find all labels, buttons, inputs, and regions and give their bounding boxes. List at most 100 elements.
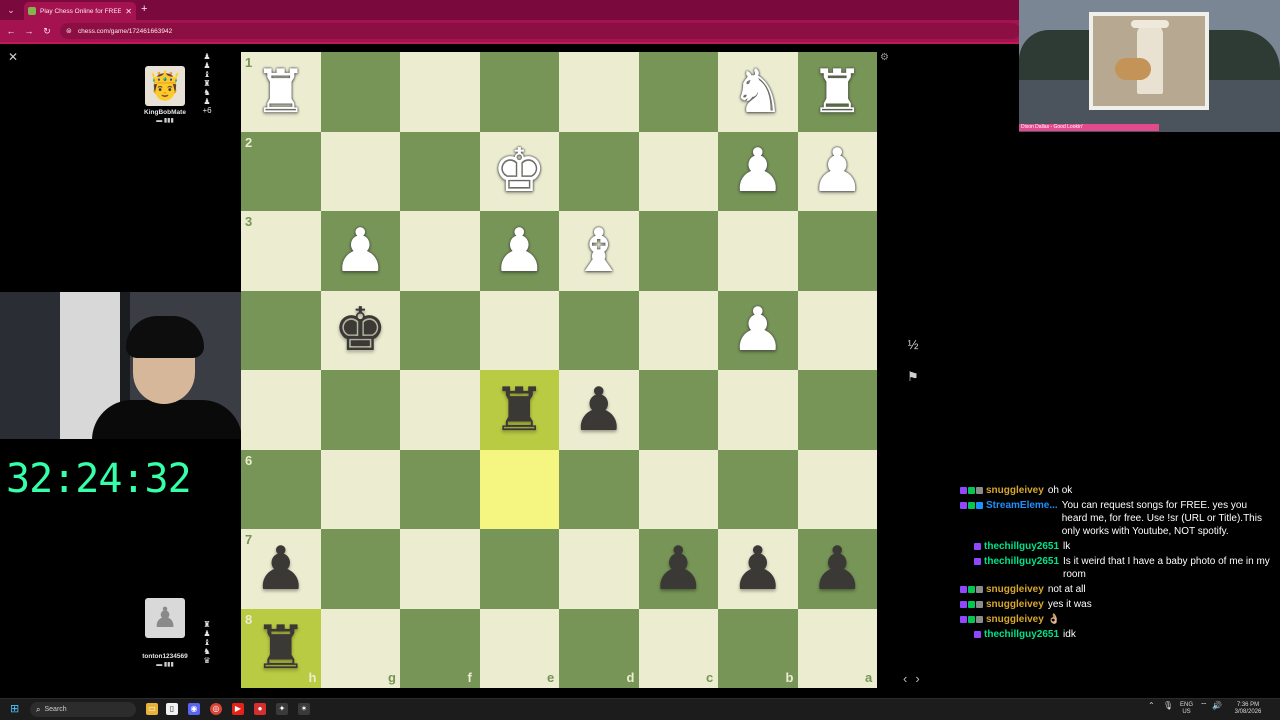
chat-username[interactable]: snuggleivey [986, 614, 1044, 625]
record-icon[interactable]: ● [254, 703, 266, 715]
reload-icon[interactable]: ↻ [40, 24, 54, 38]
white-piece[interactable]: ♟ [718, 291, 798, 371]
chat-username[interactable]: snuggleivey [986, 485, 1044, 496]
board-square[interactable] [718, 211, 798, 291]
discord-icon[interactable]: ◉ [188, 703, 200, 715]
address-bar[interactable]: ⊜ chess.com/game/172461663942 [60, 23, 1020, 39]
board-square[interactable] [559, 529, 639, 609]
app-icon[interactable]: ✦ [276, 703, 288, 715]
board-square[interactable] [400, 131, 480, 211]
white-piece[interactable]: ♟ [480, 211, 560, 291]
board-square[interactable] [320, 529, 400, 609]
bottom-player-avatar[interactable]: ♟ [145, 598, 185, 638]
previous-move-icon[interactable]: ‹ [903, 671, 915, 686]
board-square[interactable] [479, 449, 559, 529]
white-piece[interactable]: ♟ [718, 132, 798, 212]
board-settings-icon[interactable]: ⚙ [880, 52, 889, 63]
black-piece[interactable]: ♜ [480, 370, 560, 450]
black-piece[interactable]: ♜ [241, 609, 321, 689]
browser-tab[interactable]: Play Chess Online for FREE - 2 ( ✕ [24, 2, 136, 20]
board-square[interactable] [320, 131, 400, 211]
board-square[interactable] [797, 370, 877, 450]
board-square[interactable] [797, 211, 877, 291]
white-piece[interactable]: ♞ [718, 52, 798, 132]
chat-username[interactable]: snuggleivey [986, 584, 1044, 595]
board-square[interactable] [320, 52, 400, 132]
clock[interactable]: 7:36 PM 3/08/2026 [1228, 702, 1268, 716]
board-square[interactable] [638, 52, 718, 132]
board-square[interactable] [638, 131, 718, 211]
chat-username[interactable]: snuggleivey [986, 599, 1044, 610]
board-square[interactable] [241, 449, 321, 529]
white-piece[interactable]: ♜ [241, 52, 321, 132]
top-player-name[interactable]: KingBobMate [135, 109, 195, 116]
black-piece[interactable]: ♟ [639, 529, 719, 609]
board-square[interactable] [400, 211, 480, 291]
chat-username[interactable]: thechillguy2651 [984, 629, 1059, 640]
board-square[interactable] [320, 370, 400, 450]
tab-close-icon[interactable]: ✕ [125, 7, 132, 16]
microphone-icon[interactable]: 🎙 [1163, 702, 1173, 710]
board-square[interactable] [797, 449, 877, 529]
board-square[interactable] [559, 52, 639, 132]
chrome-icon[interactable]: ◎ [210, 703, 222, 715]
board-square[interactable] [559, 449, 639, 529]
language-indicator[interactable]: ENG US [1180, 702, 1193, 716]
top-player-card[interactable]: 🤴 KingBobMate ▬ ▮▮▮ [135, 66, 195, 124]
black-piece[interactable]: ♟ [241, 529, 321, 609]
board-square[interactable] [638, 449, 718, 529]
top-player-avatar[interactable]: 🤴 [145, 66, 185, 106]
board-square[interactable] [400, 370, 480, 450]
tab-search-icon[interactable]: ⌄ [4, 3, 18, 17]
bottom-player-name[interactable]: tonton1234569 [135, 653, 195, 660]
board-square[interactable] [400, 52, 480, 132]
chess-board[interactable]: 1 2 3 6 7 8 h g f e d c b a ♜ ♞ ♜ ♚ ♟ ♟ ♟ ♟ ♝ ♚ ♟ ♜ ♟ ♟ ♟ ♟ ♟ ♜ [241, 52, 877, 688]
close-icon[interactable]: ✕ [8, 50, 18, 64]
board-square[interactable] [400, 290, 480, 370]
white-piece[interactable]: ♚ [480, 132, 560, 212]
board-square[interactable] [400, 529, 480, 609]
board-square[interactable] [479, 290, 559, 370]
board-square[interactable] [718, 370, 798, 450]
black-piece[interactable]: ♟ [559, 370, 639, 450]
board-square[interactable] [638, 370, 718, 450]
tray-chevron-icon[interactable]: ⌃ [1148, 702, 1155, 710]
back-icon[interactable]: ← [4, 24, 18, 38]
board-square[interactable] [241, 131, 321, 211]
new-tab-icon[interactable]: + [141, 3, 147, 15]
youtube-icon[interactable]: ▶ [232, 703, 244, 715]
black-piece[interactable]: ♟ [718, 529, 798, 609]
board-square[interactable] [241, 370, 321, 450]
site-info-icon[interactable]: ⊜ [66, 27, 72, 35]
white-piece[interactable]: ♟ [321, 211, 401, 291]
wifi-icon[interactable]: ⌔ [1200, 702, 1208, 710]
file-explorer-icon[interactable]: ▭ [146, 703, 158, 715]
board-square[interactable] [479, 52, 559, 132]
white-piece[interactable]: ♝ [559, 211, 639, 291]
board-square[interactable] [241, 290, 321, 370]
board-square[interactable] [479, 529, 559, 609]
forward-icon[interactable]: → [22, 24, 36, 38]
chat-username[interactable]: thechillguy2651 [984, 541, 1059, 552]
board-square[interactable] [797, 290, 877, 370]
board-square[interactable] [559, 131, 639, 211]
board-square[interactable] [638, 211, 718, 291]
move-navigation[interactable]: ‹› [903, 671, 928, 686]
board-square[interactable] [638, 290, 718, 370]
board-square[interactable] [320, 449, 400, 529]
white-piece[interactable]: ♟ [798, 132, 878, 212]
black-piece[interactable]: ♚ [321, 291, 401, 371]
board-square[interactable] [718, 449, 798, 529]
offer-draw-button[interactable]: ½ [902, 334, 924, 356]
chat-username[interactable]: thechillguy2651 [984, 556, 1059, 567]
chat-username[interactable]: StreamEleme... [986, 500, 1058, 511]
white-piece[interactable]: ♜ [798, 52, 878, 132]
taskbar-search[interactable]: ⌕ Search [30, 702, 136, 717]
black-piece[interactable]: ♟ [798, 529, 878, 609]
next-move-icon[interactable]: › [915, 671, 927, 686]
notepad-icon[interactable]: ▯ [166, 703, 178, 715]
board-square[interactable] [400, 449, 480, 529]
volume-icon[interactable]: 🔊 [1212, 702, 1222, 710]
windows-start-icon[interactable]: ⊞ [10, 703, 22, 715]
board-square[interactable] [241, 211, 321, 291]
